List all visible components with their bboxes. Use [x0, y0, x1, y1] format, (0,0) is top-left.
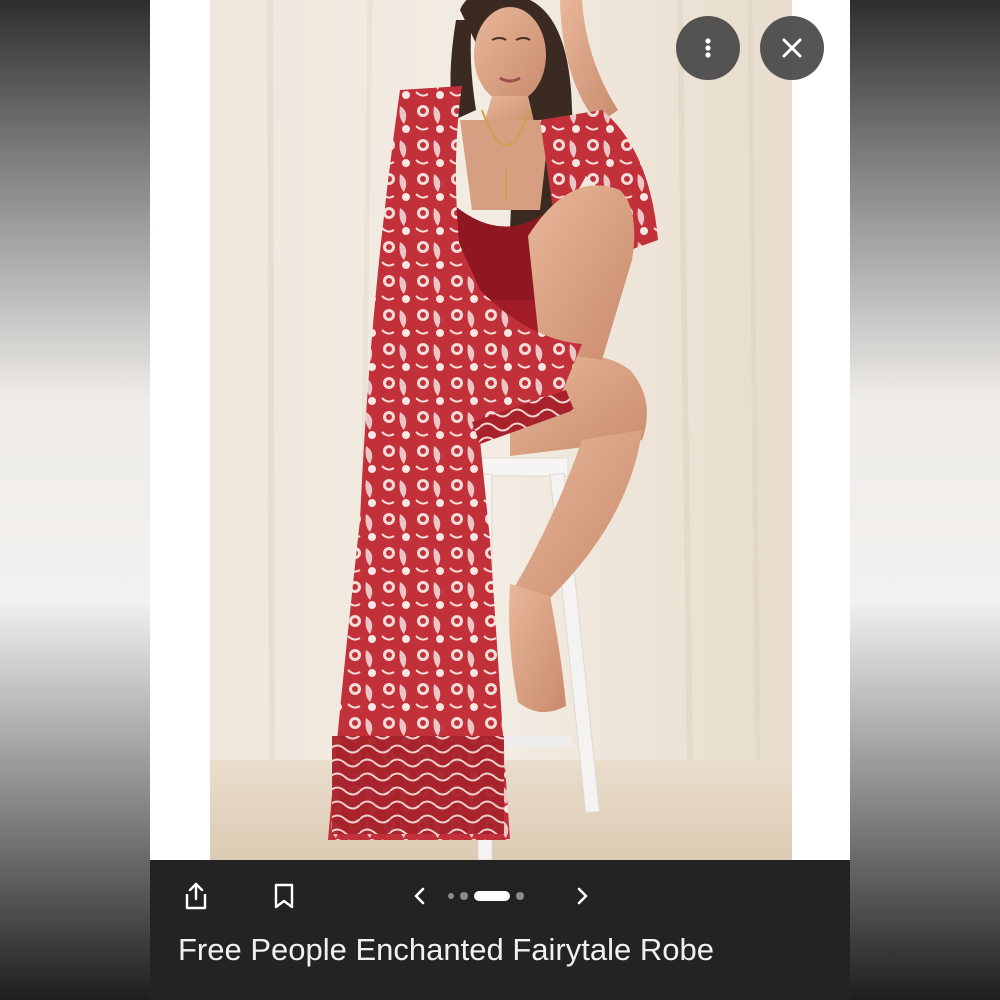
more-vert-icon: [705, 38, 711, 58]
close-button[interactable]: [760, 16, 824, 80]
blurred-backdrop-right: [850, 0, 1000, 1000]
product-photo[interactable]: [210, 0, 792, 860]
share-button[interactable]: [178, 878, 214, 914]
pager-dot[interactable]: [448, 893, 454, 899]
bottom-bar: Free People Enchanted Fairytale Robe: [150, 860, 850, 1000]
image-viewer: Free People Enchanted Fairytale Robe: [150, 0, 850, 1000]
share-icon: [185, 882, 207, 910]
bookmark-icon: [274, 883, 294, 909]
image-caption[interactable]: Free People Enchanted Fairytale Robe: [178, 930, 714, 970]
close-icon: [782, 38, 802, 58]
product-photo-illustration: [210, 0, 792, 860]
previous-image-button[interactable]: [402, 878, 438, 914]
chevron-left-icon: [414, 887, 425, 905]
blurred-backdrop-left: [0, 0, 150, 1000]
image-pager: [448, 890, 524, 902]
next-image-button[interactable]: [564, 878, 600, 914]
pager-dot-active[interactable]: [474, 891, 510, 901]
chevron-right-icon: [577, 887, 588, 905]
pager-dot[interactable]: [516, 892, 524, 900]
toolbar: [150, 868, 850, 924]
save-button[interactable]: [266, 878, 302, 914]
screen: Free People Enchanted Fairytale Robe: [0, 0, 1000, 1000]
pager-dot[interactable]: [460, 892, 468, 900]
more-options-button[interactable]: [676, 16, 740, 80]
